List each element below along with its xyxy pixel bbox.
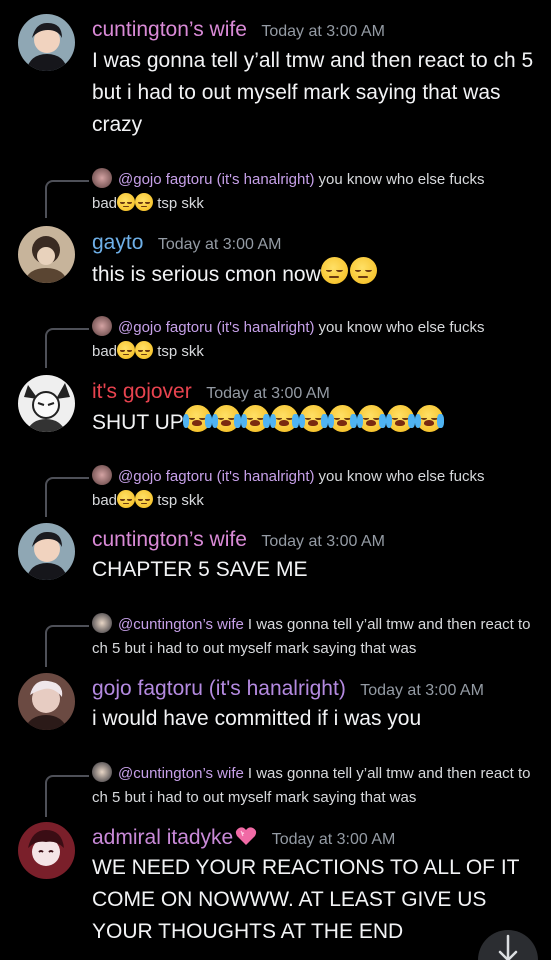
author-name[interactable]: gayto	[92, 231, 143, 254]
loudly-crying-face-icon	[385, 405, 415, 432]
message-content: CHAPTER 5 SAVE ME	[92, 558, 308, 581]
reply-connector	[45, 775, 89, 817]
pensive-face-icon	[320, 257, 348, 284]
sparkling-heart-icon	[236, 827, 257, 845]
message-body: this is serious cmon now	[92, 257, 542, 291]
loudly-crying-face-icon	[414, 405, 444, 432]
reply-preview[interactable]: @gojo fagtoru (it's hanalright) you know …	[92, 316, 532, 364]
message-body: SHUT UP	[92, 405, 542, 439]
avatar-cuntingtons-wife[interactable]	[18, 523, 75, 580]
timestamp: Today at 3:00 AM	[271, 831, 396, 848]
reply-text: you know who else fucks	[318, 319, 485, 336]
loudly-crying-face-icon	[298, 405, 328, 432]
author-name[interactable]: cuntington’s wife	[92, 528, 247, 551]
reply-text-2: bad	[92, 195, 118, 212]
reply-avatar	[92, 316, 112, 336]
author-name[interactable]: it's gojover	[92, 380, 192, 403]
reply-avatar	[92, 762, 112, 782]
timestamp: Today at 3:00 AM	[157, 236, 282, 253]
reply-connector	[45, 625, 89, 667]
loudly-crying-face-icon	[356, 405, 386, 432]
pensive-face-icon	[117, 193, 136, 211]
reply-text-3: tsp skk	[157, 343, 204, 360]
message-content: i would have committed if i was you	[92, 707, 422, 730]
reply-avatar	[92, 613, 112, 633]
timestamp: Today at 3:00 AM	[206, 385, 330, 402]
reply-text-3: tsp skk	[157, 195, 204, 212]
timestamp: Today at 3:00 AM	[261, 533, 385, 550]
reply-text-3: tsp skk	[157, 492, 204, 509]
reply-avatar	[92, 465, 112, 485]
reply-connector	[45, 477, 89, 517]
reply-text-2: bad	[92, 492, 118, 509]
pensive-face-icon	[135, 193, 154, 211]
author-name[interactable]: cuntington’s wife	[92, 18, 247, 41]
avatar-its-gojover[interactable]	[18, 375, 75, 432]
message-content: I was gonna tell y’all tmw and then reac…	[92, 49, 534, 136]
message-content: this is serious cmon now	[92, 263, 321, 286]
arrow-down-icon	[498, 934, 518, 960]
loudly-crying-face-icon	[240, 405, 270, 432]
loudly-crying-face-icon	[211, 405, 241, 432]
reply-preview[interactable]: @cuntington’s wife I was gonna tell y’all…	[92, 762, 532, 810]
reply-avatar	[92, 168, 112, 188]
reply-author[interactable]: @cuntington’s wife	[118, 616, 244, 633]
timestamp: Today at 3:00 AM	[360, 682, 484, 699]
reply-connector	[45, 328, 89, 368]
reply-text-2: bad	[92, 343, 118, 360]
loudly-crying-face-icon	[327, 405, 357, 432]
author-name[interactable]: admiral itadyke	[92, 826, 233, 849]
reply-author[interactable]: @gojo fagtoru (it's hanalright)	[118, 319, 315, 336]
reply-connector	[45, 180, 89, 218]
pensive-face-icon	[117, 341, 136, 359]
reply-preview[interactable]: @gojo fagtoru (it's hanalright) you know …	[92, 168, 532, 216]
loudly-crying-face-icon	[269, 405, 299, 432]
avatar-gojo-fagtoru[interactable]	[18, 673, 75, 730]
author-name[interactable]: gojo fagtoru (it's hanalright)	[92, 677, 346, 700]
reply-preview[interactable]: @gojo fagtoru (it's hanalright) you know …	[92, 465, 532, 513]
pensive-face-icon	[135, 490, 154, 508]
loudly-crying-face-icon	[182, 405, 212, 432]
avatar-admiral-itadyke[interactable]	[18, 822, 75, 879]
reply-text: you know who else fucks	[318, 171, 485, 188]
message-content: SHUT UP	[92, 411, 184, 434]
pensive-face-icon	[349, 257, 377, 284]
reply-text: you know who else fucks	[318, 468, 485, 485]
pensive-face-icon	[117, 490, 136, 508]
reply-author[interactable]: @cuntington’s wife	[118, 765, 244, 782]
reply-author[interactable]: @gojo fagtoru (it's hanalright)	[118, 171, 315, 188]
message-content: WE NEED YOUR REACTIONS TO ALL OF IT COME…	[92, 856, 520, 943]
reply-author[interactable]: @gojo fagtoru (it's hanalright)	[118, 468, 315, 485]
pensive-face-icon	[135, 341, 154, 359]
timestamp: Today at 3:00 AM	[261, 23, 385, 40]
avatar-cuntingtons-wife[interactable]	[18, 14, 75, 71]
avatar-gayto[interactable]	[18, 226, 75, 283]
reply-preview[interactable]: @cuntington’s wife I was gonna tell y’all…	[92, 613, 532, 661]
